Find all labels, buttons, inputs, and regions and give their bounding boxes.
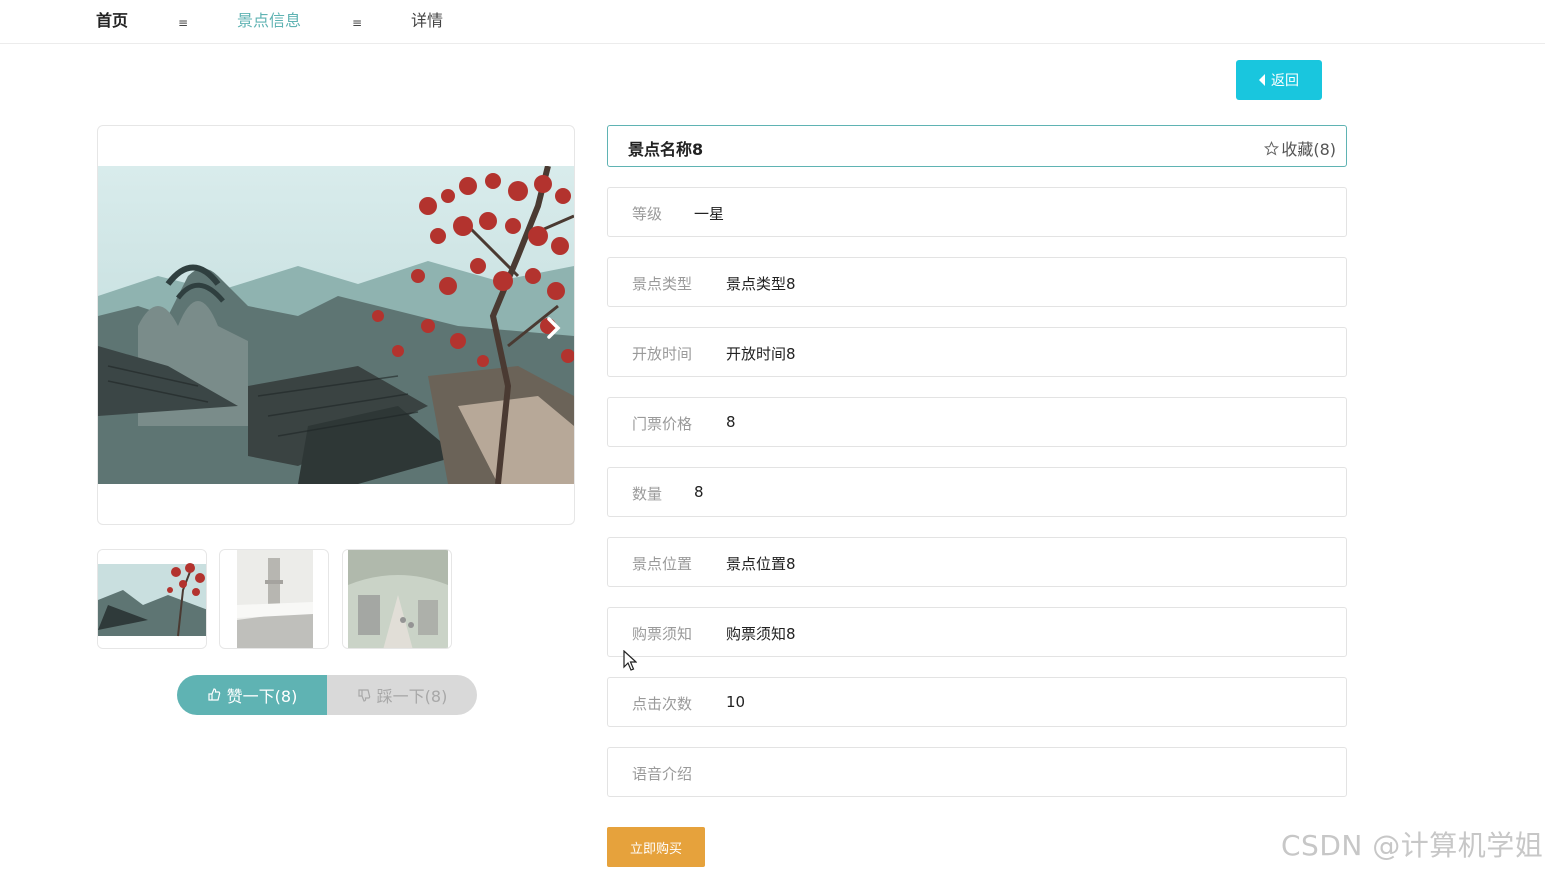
field-label: 购票须知: [632, 625, 693, 643]
thumbnail-image: [220, 550, 328, 648]
field-label: 景点位置: [632, 555, 693, 573]
thumb-down-icon: [358, 689, 370, 702]
caret-left-icon: [1259, 74, 1265, 86]
field-label: 点击次数: [632, 695, 693, 713]
field-label: 门票价格: [632, 415, 693, 433]
breadcrumb-separator-icon: ≡: [178, 16, 189, 30]
thumbnail-1[interactable]: [97, 549, 207, 649]
field-type: 景点类型 景点类型8: [607, 257, 1347, 307]
breadcrumb: 首页 ≡ 景点信息 ≡ 详情: [0, 0, 1545, 44]
field-label: 语音介绍: [632, 765, 693, 783]
scenic-name-box: 景点名称8 收藏(8): [607, 125, 1347, 167]
field-level: 等级 一星: [607, 187, 1347, 237]
star-outline-icon: [1264, 140, 1280, 156]
field-quantity: 数量 8: [607, 467, 1347, 517]
field-ticket-price: 门票价格 8: [607, 397, 1347, 447]
field-location: 景点位置 景点位置8: [607, 537, 1347, 587]
field-value: 一星: [694, 205, 725, 223]
thumbnail-2[interactable]: [219, 549, 329, 649]
field-value: 购票须知8: [726, 625, 796, 643]
vote-group: 赞一下(8) 踩一下(8): [177, 675, 477, 715]
dislike-label: 踩一下(8): [376, 687, 448, 706]
thumbnail-image: [343, 550, 451, 648]
like-button[interactable]: 赞一下(8): [177, 675, 327, 715]
image-carousel: [97, 125, 575, 525]
scenic-name: 景点名称8: [628, 140, 704, 159]
back-button[interactable]: 返回: [1236, 60, 1322, 100]
favorite-label: 收藏(8): [1281, 140, 1336, 159]
field-value: 8: [726, 413, 736, 431]
dislike-button[interactable]: 踩一下(8): [327, 675, 477, 715]
thumb-up-icon: [208, 688, 220, 701]
thumbnail-3[interactable]: [342, 549, 452, 649]
field-label: 景点类型: [632, 275, 693, 293]
field-label: 开放时间: [632, 345, 693, 363]
field-click-count: 点击次数 10: [607, 677, 1347, 727]
breadcrumb-separator-icon: ≡: [352, 16, 363, 30]
like-label: 赞一下(8): [226, 687, 298, 706]
next-slide-button[interactable]: [542, 314, 566, 342]
buy-now-button[interactable]: 立即购买: [607, 827, 705, 867]
field-label: 等级: [632, 205, 663, 223]
chevron-right-icon: [547, 317, 561, 339]
main-image: [98, 166, 574, 484]
field-label: 数量: [632, 485, 663, 503]
back-button-label: 返回: [1271, 73, 1299, 89]
field-value: 景点位置8: [726, 555, 796, 573]
breadcrumb-current: 详情: [411, 11, 444, 30]
watermark: CSDN @计算机学姐: [1281, 829, 1544, 862]
breadcrumb-home[interactable]: 首页: [96, 11, 128, 31]
field-audio-intro: 语音介绍: [607, 747, 1347, 797]
thumbnail-image: [98, 550, 206, 648]
field-value: 8: [694, 483, 704, 501]
field-value: 10: [726, 693, 746, 711]
field-value: 景点类型8: [726, 275, 796, 293]
field-open-time: 开放时间 开放时间8: [607, 327, 1347, 377]
field-value: 开放时间8: [726, 345, 796, 363]
mouse-cursor-icon: [623, 650, 637, 671]
favorite-button[interactable]: 收藏(8): [1264, 136, 1336, 160]
field-ticket-notes: 购票须知 购票须知8: [607, 607, 1347, 657]
breadcrumb-scenic-info[interactable]: 景点信息: [237, 11, 301, 31]
